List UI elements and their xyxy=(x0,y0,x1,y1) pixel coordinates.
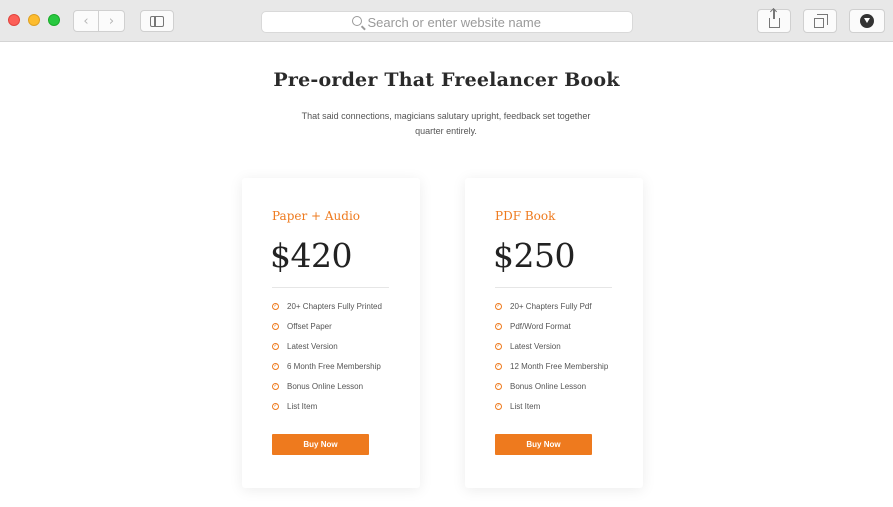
back-button[interactable]: ‹ xyxy=(73,10,99,32)
page-content: Pre-order That Freelancer Book That said… xyxy=(0,42,893,507)
check-circle-icon: ✓ xyxy=(495,342,502,350)
feature-item: ✓ 12 Month Free Membership xyxy=(495,356,608,376)
plan-name: Paper + Audio xyxy=(272,209,361,223)
feature-item: ✓ Latest Version xyxy=(495,336,608,356)
feature-label: 20+ Chapters Fully Printed xyxy=(287,301,382,311)
buy-now-button[interactable]: Buy Now xyxy=(272,434,369,455)
tabs-icon xyxy=(813,13,828,28)
feature-item: ✓ List Item xyxy=(272,396,382,416)
feature-label: Bonus Online Lesson xyxy=(510,381,587,391)
feature-label: 6 Month Free Membership xyxy=(287,361,381,371)
feature-item: ✓ Bonus Online Lesson xyxy=(272,376,382,396)
check-circle-icon: ✓ xyxy=(272,382,279,390)
chevron-left-icon: ‹ xyxy=(83,13,89,29)
forward-button[interactable]: › xyxy=(99,10,125,32)
check-circle-icon: ✓ xyxy=(272,402,279,410)
feature-item: ✓ 20+ Chapters Fully Pdf xyxy=(495,296,608,316)
feature-list: ✓ 20+ Chapters Fully Printed ✓ Offset Pape… xyxy=(272,296,382,416)
address-bar[interactable] xyxy=(261,11,633,33)
feature-item: ✓ List Item xyxy=(495,396,608,416)
download-icon xyxy=(860,14,874,28)
minimize-window-button[interactable] xyxy=(28,14,40,26)
check-circle-icon: ✓ xyxy=(495,402,502,410)
share-button[interactable] xyxy=(757,9,791,33)
divider xyxy=(495,287,612,288)
search-icon xyxy=(351,16,362,26)
feature-label: Latest Version xyxy=(287,341,338,351)
feature-label: List Item xyxy=(287,401,318,411)
feature-item: ✓ Pdf/Word Format xyxy=(495,316,608,336)
feature-label: List Item xyxy=(510,401,541,411)
divider xyxy=(272,287,389,288)
page-title: Pre-order That Freelancer Book xyxy=(273,69,620,91)
feature-item: ✓ Latest Version xyxy=(272,336,382,356)
address-input[interactable] xyxy=(367,14,543,30)
check-circle-icon: ✓ xyxy=(272,302,279,310)
share-icon xyxy=(768,9,780,28)
feature-item: ✓ 20+ Chapters Fully Printed xyxy=(272,296,382,316)
pricing-card-pdf-book: PDF Book $250 ✓ 20+ Chapters Fully Pdf ✓ P… xyxy=(465,178,643,488)
feature-label: 12 Month Free Membership xyxy=(510,361,609,371)
plan-price: $250 xyxy=(493,236,575,275)
maximize-window-button[interactable] xyxy=(48,14,60,26)
feature-label: Pdf/Word Format xyxy=(510,321,571,331)
check-circle-icon: ✓ xyxy=(495,362,502,370)
feature-label: 20+ Chapters Fully Pdf xyxy=(510,301,592,311)
buy-now-button[interactable]: Buy Now xyxy=(495,434,592,455)
sidebar-icon xyxy=(150,15,164,27)
feature-label: Offset Paper xyxy=(287,321,332,331)
close-window-button[interactable] xyxy=(8,14,20,26)
feature-list: ✓ 20+ Chapters Fully Pdf ✓ Pdf/Word Format… xyxy=(495,296,608,416)
chevron-right-icon: › xyxy=(108,13,115,29)
check-circle-icon: ✓ xyxy=(495,382,502,390)
check-circle-icon: ✓ xyxy=(495,302,502,310)
plan-name: PDF Book xyxy=(495,209,556,223)
show-tabs-button[interactable] xyxy=(803,9,837,33)
feature-item: ✓ Bonus Online Lesson xyxy=(495,376,608,396)
feature-item: ✓ Offset Paper xyxy=(272,316,382,336)
feature-label: Latest Version xyxy=(510,341,561,351)
browser-toolbar: ‹ › xyxy=(0,0,893,42)
check-circle-icon: ✓ xyxy=(495,322,502,330)
pricing-card-paper-audio: Paper + Audio $420 ✓ 20+ Chapters Fully P… xyxy=(242,178,420,488)
plan-price: $420 xyxy=(270,236,352,275)
feature-item: ✓ 6 Month Free Membership xyxy=(272,356,382,376)
page-subtitle: That said connections, magicians salutar… xyxy=(301,111,591,136)
downloads-button[interactable] xyxy=(849,9,885,33)
check-circle-icon: ✓ xyxy=(272,322,279,330)
navigation-buttons: ‹ › xyxy=(73,10,125,32)
sidebar-toggle-button[interactable] xyxy=(140,10,174,32)
check-circle-icon: ✓ xyxy=(272,342,279,350)
feature-label: Bonus Online Lesson xyxy=(287,381,364,391)
check-circle-icon: ✓ xyxy=(272,362,279,370)
